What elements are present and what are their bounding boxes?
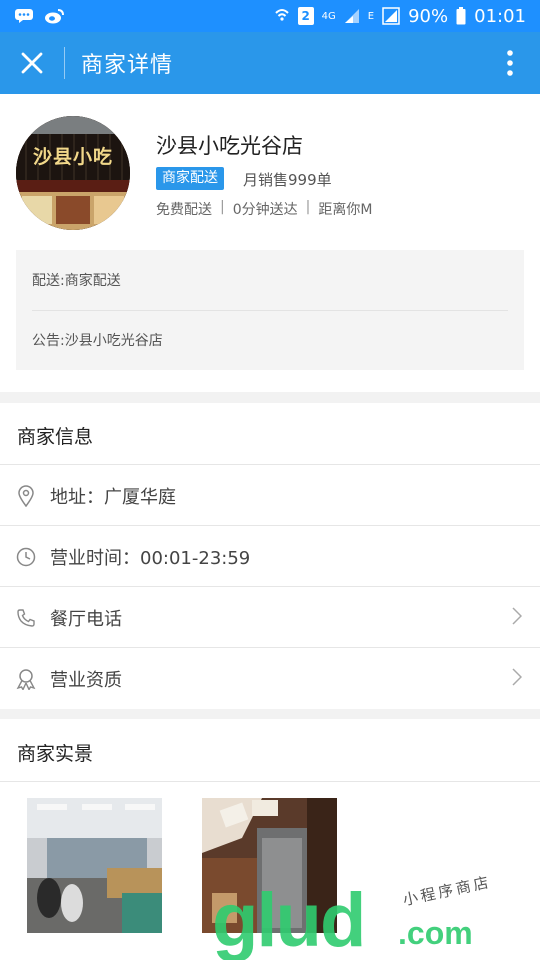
signal-type: E <box>367 10 375 22</box>
page-title: 商家详情 <box>81 53 174 78</box>
store-photos-section: 商家实景 glud .com 小程序商店 <box>0 719 540 960</box>
close-button[interactable] <box>0 32 64 94</box>
close-icon <box>21 52 43 74</box>
notice-divider <box>32 310 508 311</box>
status-bar: 2 4G E 90% 01:01 <box>0 0 540 32</box>
more-button[interactable] <box>480 32 540 94</box>
watermark-suffix: .com <box>398 915 473 951</box>
weibo-icon <box>44 7 66 25</box>
phone-row[interactable]: 餐厅电话 <box>0 586 540 648</box>
notice-box: 配送:商家配送 公告:沙县小吃光谷店 <box>16 250 524 370</box>
address-label: 地址：广厦华庭 <box>50 486 176 508</box>
location-icon <box>0 484 50 507</box>
signal-icon-2 <box>382 7 400 25</box>
monthly-sales: 月销售999单 <box>243 171 332 189</box>
meta-separator: | <box>305 199 311 215</box>
network-type: 4G <box>321 10 336 22</box>
app-bar-divider <box>64 47 65 79</box>
watermark-tagline: 小程序商店 <box>401 872 494 910</box>
watermark-main: glud <box>212 878 366 960</box>
section-title: 商家信息 <box>17 426 94 448</box>
section-divider <box>0 781 540 782</box>
address-row[interactable]: 地址：广厦华庭 <box>0 464 540 526</box>
battery-percent: 90% <box>408 5 449 27</box>
watermark: glud .com 小程序商店 <box>212 873 522 960</box>
shop-name: 沙县小吃光谷店 <box>156 134 303 158</box>
award-icon <box>0 668 50 690</box>
announcement: 公告:沙县小吃光谷店 <box>32 333 163 349</box>
chat-icon <box>14 8 34 24</box>
delivery-type-badge: 商家配送 <box>156 167 224 190</box>
meta-separator: | <box>220 199 225 215</box>
phone-icon <box>0 608 50 628</box>
signal-icon <box>344 8 360 24</box>
shop-avatar: 沙县小吃 <box>16 116 130 230</box>
app-bar: 商家详情 <box>0 32 540 94</box>
delivery-time-text: 0分钟送达 <box>232 202 298 218</box>
chevron-right-icon <box>512 667 523 690</box>
license-label: 营业资质 <box>50 669 122 691</box>
hours-label: 营业时间：00:01-23:59 <box>50 547 251 569</box>
clock-icon <box>0 547 50 567</box>
delivery-meta: 免费配送 | 0分钟送达 | 距离你M <box>156 199 372 219</box>
store-photo[interactable] <box>27 798 162 933</box>
shop-sign-text: 沙县小吃 <box>32 146 113 168</box>
phone-label: 餐厅电话 <box>50 608 122 630</box>
hours-row: 营业时间：00:01-23:59 <box>0 525 540 587</box>
free-delivery-text: 免费配送 <box>156 202 212 218</box>
clock-time: 01:01 <box>474 5 526 27</box>
more-vertical-icon <box>507 50 513 76</box>
battery-icon <box>456 7 466 25</box>
shop-card: 沙县小吃 沙县小吃光谷店 商家配送 月销售999单 免费配送 | 0分钟送达 |… <box>0 94 540 392</box>
license-row[interactable]: 营业资质 <box>0 647 540 709</box>
distance-text: 距离你M <box>318 202 373 218</box>
merchant-info-section: 商家信息 地址：广厦华庭 营业时间：00:01-23:59 餐厅电话 营业资质 <box>0 403 540 709</box>
chevron-right-icon <box>512 606 523 629</box>
delivery-info: 配送:商家配送 <box>32 273 121 289</box>
section-title: 商家实景 <box>17 743 94 765</box>
sim-badge: 2 <box>297 7 314 25</box>
wifi-calling-icon <box>274 7 290 25</box>
